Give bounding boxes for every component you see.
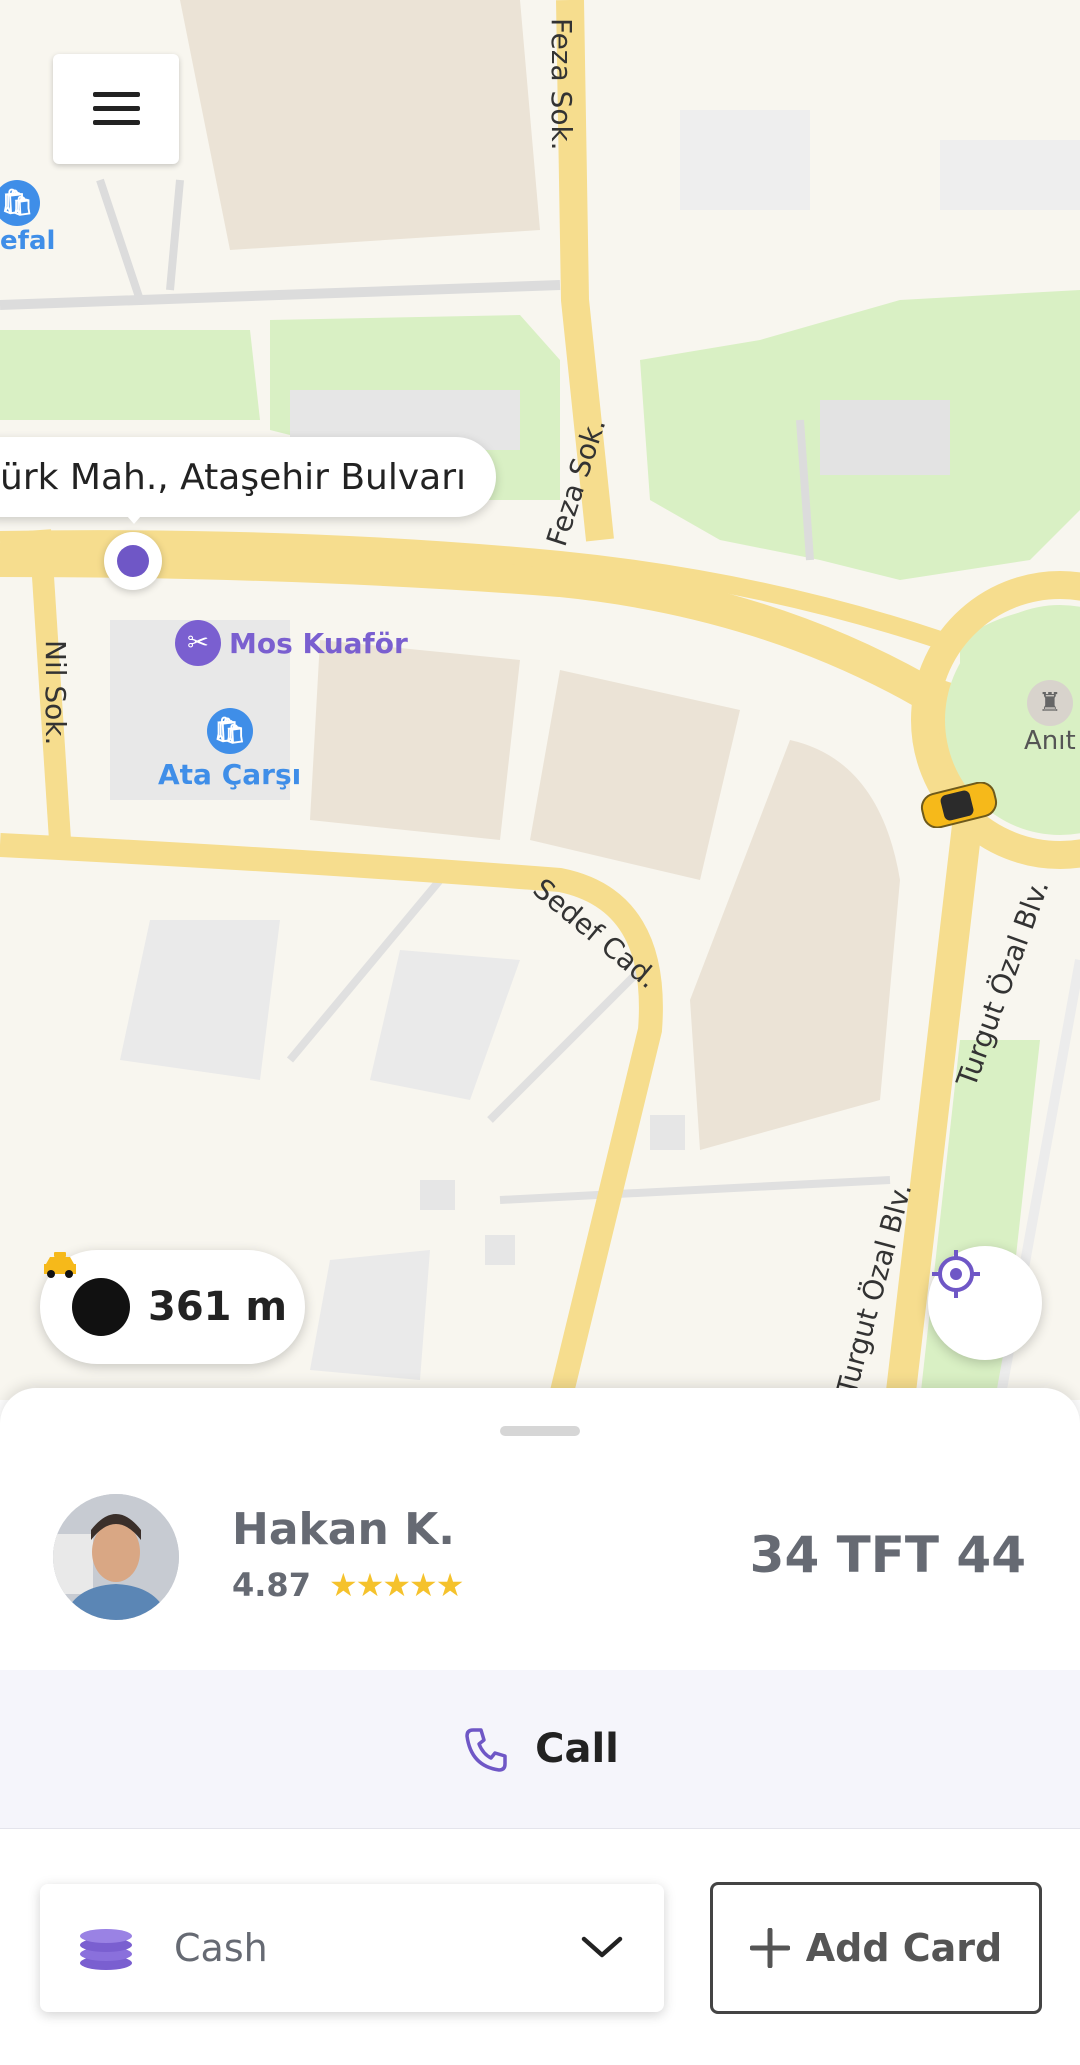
driver-avatar (53, 1494, 179, 1620)
poi-mos-kuafor[interactable]: ✂ Mos Kuaför (175, 620, 408, 666)
pickup-address-label: ürk Mah., Ataşehir Bulvarı (0, 456, 466, 498)
chevron-down-icon (581, 1936, 623, 1958)
map-view[interactable]: Feza Sok. Feza Sok. Nil Sok. Sedef Cad. … (0, 0, 1080, 1400)
shopping-bag-icon: 🛍 (206, 708, 253, 754)
taxi-distance-value: 361 m (148, 1284, 288, 1330)
driver-rating: 4.87 ★★★★★ (232, 1566, 464, 1604)
pickup-address-bubble[interactable]: ürk Mah., Ataşehir Bulvarı (0, 437, 496, 517)
street-label-feza-top: Feza Sok. (545, 18, 578, 151)
sheet-drag-handle[interactable] (500, 1426, 580, 1436)
vehicle-plate: 34 TFT 44 (749, 1526, 1026, 1584)
call-button[interactable]: Call (0, 1670, 1080, 1829)
payment-method-label: Cash (174, 1926, 268, 1970)
taxi-distance-pill: 361 m (40, 1250, 305, 1364)
coins-icon (80, 1929, 132, 1970)
car-icon (920, 782, 998, 828)
poi-efal[interactable]: 🛍 efal (0, 180, 55, 256)
locate-icon (932, 1250, 980, 1298)
driver-rating-value: 4.87 (232, 1566, 311, 1604)
taxi-icon (44, 1252, 130, 1336)
poi-ata-carsi-label: Ata Çarşı (158, 758, 302, 791)
monument-icon: ♜ (1026, 680, 1073, 726)
scissors-icon: ✂ (175, 620, 221, 666)
shopping-bag-icon: 🛍 (0, 180, 40, 226)
star-rating-icon: ★★★★★ (328, 1566, 464, 1604)
phone-icon (465, 1728, 507, 1772)
locate-me-button[interactable] (928, 1246, 1042, 1360)
plus-icon (749, 1928, 790, 1968)
street-label-nil: Nil Sok. (39, 640, 72, 746)
map-canvas (0, 0, 1080, 1400)
poi-ata-carsi[interactable]: 🛍 Ata Çarşı (158, 708, 301, 791)
poi-efal-label: efal (0, 226, 56, 256)
payment-method-select[interactable]: Cash (40, 1884, 664, 2012)
add-card-button[interactable]: Add Card (710, 1882, 1042, 2014)
poi-mos-kuafor-label: Mos Kuaför (229, 626, 408, 660)
driver-name: Hakan K. (232, 1504, 455, 1555)
poi-monument[interactable]: ♜ Anıt (1024, 680, 1076, 756)
call-label: Call (535, 1726, 619, 1772)
pickup-pin (104, 532, 162, 590)
menu-button[interactable] (53, 54, 179, 164)
driver-bottom-sheet: Hakan K. 4.87 ★★★★★ 34 TFT 44 Call Cash … (0, 1388, 1080, 2065)
poi-monument-label: Anıt (1024, 726, 1076, 756)
address-bubble-tail (120, 508, 148, 524)
add-card-label: Add Card (805, 1926, 1003, 1970)
